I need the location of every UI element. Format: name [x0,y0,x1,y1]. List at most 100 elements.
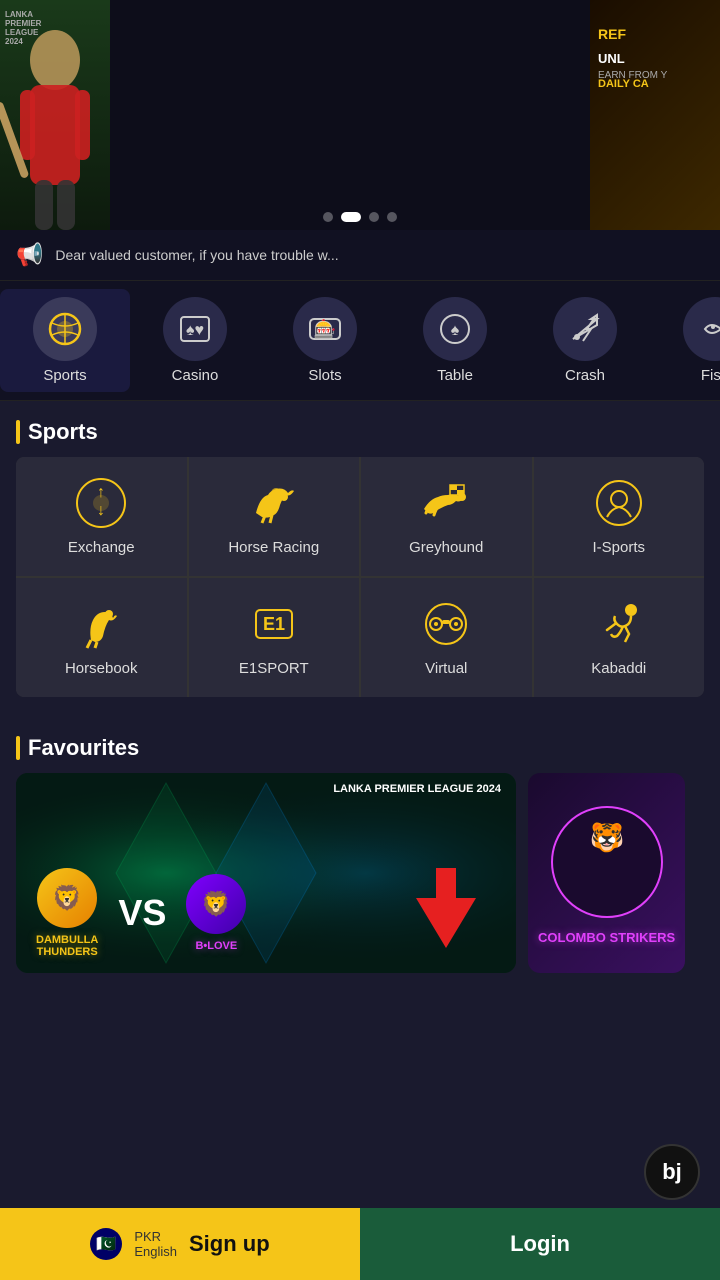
sport-item-isports[interactable]: I-Sports [534,457,705,576]
sport-label-horse-racing: Horse Racing [228,539,319,556]
nav-item-casino[interactable]: ♠♥ Casino [130,289,260,392]
fish-icon-circle [683,297,720,361]
announcement-bar: 📢 Dear valued customer, if you have trou… [0,230,720,281]
nav-label-table: Table [437,367,473,384]
flag-icon: 🇵🇰 [90,1228,122,1260]
favourites-scroll: LANKA PREMIER LEAGUE 2024 🦁 DAMBULLATHUN… [0,773,720,973]
casino-icon: ♠♥ [177,311,213,347]
sport-label-e1sport: E1SPORT [239,660,309,677]
match-teams: 🦁 DAMBULLATHUNDERS VS 🦁 B•LOVE [36,868,246,958]
slots-icon-circle: 🎰 [293,297,357,361]
team2-icon: 🦁 [201,890,231,919]
favourites-title: Favourites [28,735,139,761]
team1-name: DAMBULLATHUNDERS [36,934,98,958]
banner-dots [323,212,397,222]
sport-label-isports: I-Sports [592,539,645,556]
sport-item-horsebook[interactable]: Horsebook [16,578,187,697]
slots-icon: 🎰 [307,311,343,347]
sport-label-kabaddi: Kabaddi [591,660,646,677]
strikers-name: COLOMBO STRIKERS [538,930,675,945]
fav-card-bg-1: LANKA PREMIER LEAGUE 2024 🦁 DAMBULLATHUN… [16,773,516,973]
fav-card-2[interactable]: 🐯 COLOMBO STRIKERS [528,773,685,973]
login-button[interactable]: Login [360,1208,720,1280]
nav-categories: Sports ♠♥ Casino 🎰 Slots ♠ Table [0,281,720,401]
virtual-icon [420,598,472,650]
fav-card-1[interactable]: LANKA PREMIER LEAGUE 2024 🦁 DAMBULLATHUN… [16,773,516,973]
e1sport-icon: E1 [248,598,300,650]
svg-text:🐯: 🐯 [589,820,624,854]
crash-icon-circle [553,297,617,361]
login-label: Login [510,1231,570,1257]
sports-section-header: Sports [0,401,720,457]
banner-left-text: LANKAPREMIERLEAGUE2024 [5,10,41,46]
sport-item-virtual[interactable]: Virtual [361,578,532,697]
down-arrow-icon [416,868,476,948]
banner-container: LANKAPREMIERLEAGUE2024 MIA'S HAPPY HOURS… [0,0,720,230]
nav-label-fish: Fish [701,367,720,384]
table-icon: ♠ [437,311,473,347]
language-label: English [134,1244,177,1259]
nav-label-crash: Crash [565,367,605,384]
exchange-icon: ↑ ↓ [75,477,127,529]
sport-item-exchange[interactable]: ↑ ↓ Exchange [16,457,187,576]
banner-dot-3[interactable] [369,212,379,222]
arrow-indicator [416,868,476,953]
sports-grid: ↑ ↓ Exchange Horse Racing Greyhoun [16,457,704,697]
strikers-logo: 🐯 [547,802,667,922]
sport-item-horse-racing[interactable]: Horse Racing [189,457,360,576]
fav-card2-content: 🐯 COLOMBO STRIKERS [528,773,685,973]
svg-text:E1: E1 [263,614,285,634]
sport-label-greyhound: Greyhound [409,539,483,556]
banner-dot-4[interactable] [387,212,397,222]
flag-emoji: 🇵🇰 [96,1234,116,1254]
sport-label-horsebook: Horsebook [65,660,138,677]
sports-icon [47,311,83,347]
team1-icon: 🦁 [52,884,82,913]
nav-item-slots[interactable]: 🎰 Slots [260,289,390,392]
banner-dot-1[interactable] [323,212,333,222]
crash-icon [567,311,603,347]
sports-section-title: Sports [28,419,98,445]
sport-item-kabaddi[interactable]: Kabaddi [534,578,705,697]
favourites-section: Favourites [0,717,720,973]
sport-label-virtual: Virtual [425,660,467,677]
currency-label: PKR [134,1229,161,1244]
team2-name: B•LOVE [195,940,237,952]
svg-text:♠♥: ♠♥ [186,322,204,339]
sport-item-greyhound[interactable]: Greyhound [361,457,532,576]
announcement-icon: 📢 [16,242,43,268]
sport-item-e1sport[interactable]: E1 E1SPORT [189,578,360,697]
banner-dot-2[interactable] [341,212,361,222]
signup-button[interactable]: 🇵🇰 PKR English Sign up [0,1208,360,1280]
fish-icon [697,311,720,347]
greyhound-icon [420,477,472,529]
horsebook-icon [75,598,127,650]
sports-icon-circle [33,297,97,361]
sports-section-accent [16,420,20,444]
nav-item-crash[interactable]: Crash [520,289,650,392]
vs-text: VS [118,892,166,934]
banner-right-sub: EARN FROM Y [598,70,667,81]
signup-label: Sign up [189,1231,270,1257]
banner-right-text: REF UNL DAILY CA [598,20,649,93]
league-name: LANKA PREMIER LEAGUE 2024 [333,783,501,796]
banner-right: REF UNL DAILY CA EARN FROM Y [590,0,720,230]
team1-info: 🦁 DAMBULLATHUNDERS [36,868,98,958]
team2-logo: 🦁 [186,874,246,934]
nav-label-casino: Casino [172,367,219,384]
nav-item-sports[interactable]: Sports [0,289,130,392]
league-info: LANKA PREMIER LEAGUE 2024 [333,783,501,796]
favourites-header: Favourites [0,717,720,773]
svg-text:♠: ♠ [451,322,460,339]
bj-logo[interactable]: bj [644,1144,700,1200]
bottom-spacer [0,973,720,1053]
nav-label-sports: Sports [43,367,86,384]
horse-racing-icon [248,477,300,529]
casino-icon-circle: ♠♥ [163,297,227,361]
sport-label-exchange: Exchange [68,539,135,556]
nav-item-fish[interactable]: Fish [650,289,720,392]
nav-item-table[interactable]: ♠ Table [390,289,520,392]
team1-logo: 🦁 [37,868,97,928]
bj-text: bj [662,1159,682,1185]
bottom-bar: 🇵🇰 PKR English Sign up Login [0,1208,720,1280]
